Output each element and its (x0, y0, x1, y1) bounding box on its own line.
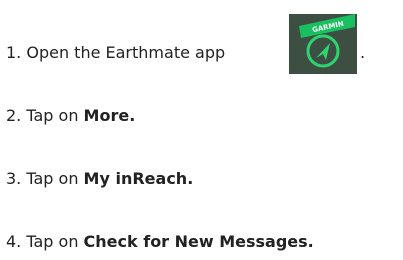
step-4: 4. Tap on Check for New Messages. (6, 232, 314, 252)
step-2-action: More. (83, 106, 136, 125)
step-3-action: My inReach. (83, 169, 194, 188)
step-2: 2. Tap on More. (6, 106, 135, 126)
step-1-period: . (360, 43, 366, 62)
earthmate-app-icon: GARMIN (289, 14, 357, 74)
step-4-prefix: 4. Tap on (6, 232, 84, 251)
step-3-prefix: 3. Tap on (6, 169, 84, 188)
step-2-prefix: 2. Tap on (6, 106, 84, 125)
step-1-text: 1. Open the Earthmate app (6, 43, 226, 62)
step-3: 3. Tap on My inReach. (6, 169, 193, 189)
step-4-action: Check for New Messages. (83, 232, 314, 251)
step-1: 1. Open the Earthmate app (6, 43, 225, 63)
